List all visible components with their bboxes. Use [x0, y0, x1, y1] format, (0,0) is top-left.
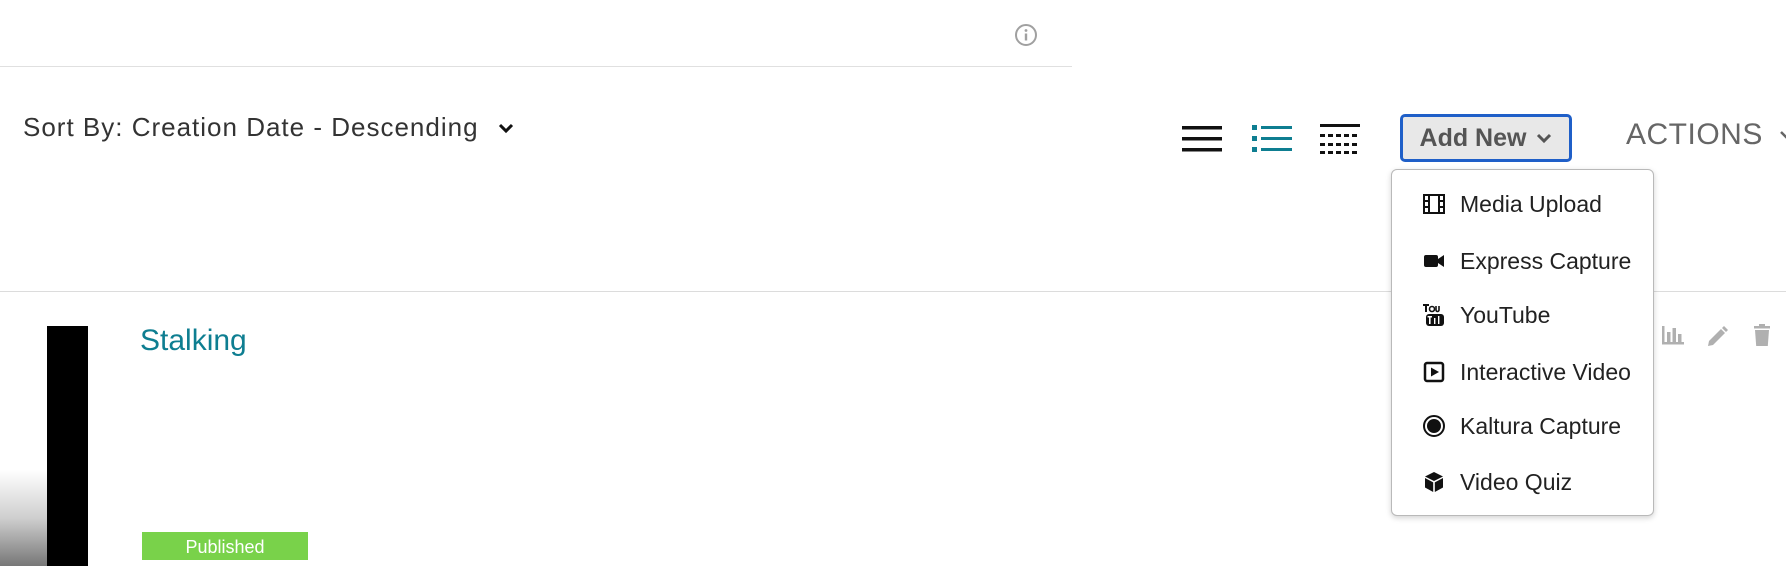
chevron-down-icon [1779, 131, 1786, 139]
status-badge: Published [142, 532, 308, 560]
actions-menu-button[interactable]: ACTIONS [1626, 118, 1786, 152]
film-icon [1423, 194, 1445, 214]
menu-item-label: Express Capture [1460, 247, 1632, 274]
actions-label: ACTIONS [1626, 118, 1763, 151]
edit-icon[interactable] [1704, 322, 1730, 348]
cube-icon [1425, 472, 1443, 492]
add-new-label: Add New [1419, 123, 1527, 152]
menu-item-kaltura-capture[interactable]: Kaltura Capture [1422, 408, 1621, 444]
info-icon[interactable] [1014, 23, 1038, 47]
chevron-down-icon [498, 123, 513, 133]
stats-icon[interactable] [1660, 322, 1686, 348]
thumbnail-image [47, 326, 88, 566]
menu-item-label: Media Upload [1460, 190, 1602, 217]
menu-item-media-upload[interactable]: Media Upload [1422, 186, 1602, 222]
menu-item-express-capture[interactable]: Express Capture [1422, 243, 1631, 279]
menu-item-label: YouTube [1460, 301, 1551, 328]
sort-dropdown[interactable]: Sort By: Creation Date - Descending [23, 112, 515, 143]
menu-item-video-quiz[interactable]: Video Quiz [1422, 464, 1572, 500]
top-search-area [0, 0, 1072, 67]
delete-icon[interactable] [1749, 322, 1775, 348]
menu-item-interactive-video[interactable]: Interactive Video [1422, 354, 1631, 390]
menu-item-youtube[interactable]: YouTube [1422, 297, 1550, 333]
compact-list-view-icon[interactable] [1250, 122, 1294, 156]
menu-item-label: Video Quiz [1460, 468, 1573, 495]
record-circle-icon [1423, 415, 1445, 437]
chevron-down-icon [1537, 133, 1552, 144]
entry-title-link[interactable]: Stalking [140, 324, 247, 358]
add-new-dropdown-menu: Media Upload Express Capture YouTube Int… [1391, 169, 1654, 516]
menu-item-label: Kaltura Capture [1460, 412, 1622, 439]
play-square-icon [1423, 361, 1445, 383]
youtube-icon [1423, 304, 1444, 326]
detailed-view-icon[interactable] [1180, 122, 1224, 156]
video-camera-icon [1424, 255, 1444, 267]
table-view-icon[interactable] [1318, 122, 1362, 156]
add-new-button[interactable]: Add New [1400, 114, 1572, 162]
menu-item-label: Interactive Video [1460, 358, 1631, 385]
sort-label: Sort By: Creation Date - Descending [23, 112, 479, 142]
